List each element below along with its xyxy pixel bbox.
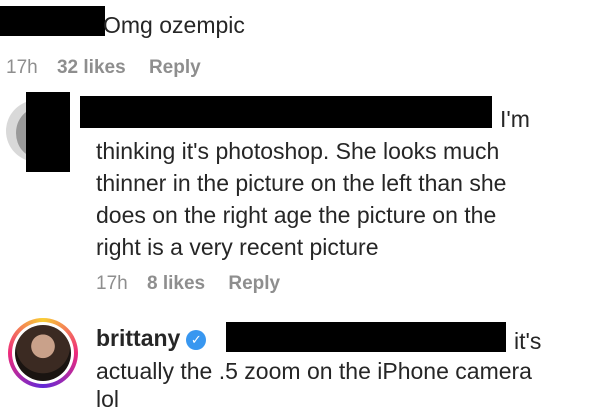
- redaction-bar: [0, 6, 105, 36]
- profile-photo: [15, 325, 71, 381]
- comment-time: 17h: [6, 57, 38, 78]
- comment-text-line: thinking it's photoshop. She looks much: [96, 138, 500, 164]
- comment-text-line: actually the .5 zoom on the iPhone camer…: [96, 358, 532, 384]
- comment-text-line: lol: [96, 386, 120, 412]
- avatar-redaction: [26, 92, 70, 172]
- comment-text-line: I'm: [500, 106, 530, 132]
- likes-count[interactable]: 8 likes: [147, 273, 205, 294]
- verified-badge-icon: ✓: [186, 330, 207, 350]
- username[interactable]: brittany: [96, 325, 180, 351]
- comment-text-line: does on the right age the picture on the: [96, 202, 497, 228]
- comment-time: 17h: [96, 273, 128, 294]
- comment-text-line: right is a very recent picture: [96, 234, 379, 260]
- comment-meta: 17h 32 likes Reply: [6, 56, 219, 80]
- username-line: brittany ✓: [96, 323, 207, 353]
- comment-text-line: thinner in the picture on the left than …: [96, 170, 507, 196]
- redaction-bar: [80, 96, 492, 128]
- comment-text: Omg ozempic: [103, 12, 245, 38]
- avatar[interactable]: [8, 318, 78, 388]
- comment-text-line: it's: [514, 328, 542, 354]
- reply-button[interactable]: Reply: [228, 273, 280, 294]
- reply-button[interactable]: Reply: [149, 57, 201, 78]
- redaction-bar: [226, 322, 506, 352]
- comment-meta: 17h 8 likes Reply: [96, 272, 298, 296]
- likes-count[interactable]: 32 likes: [57, 57, 126, 78]
